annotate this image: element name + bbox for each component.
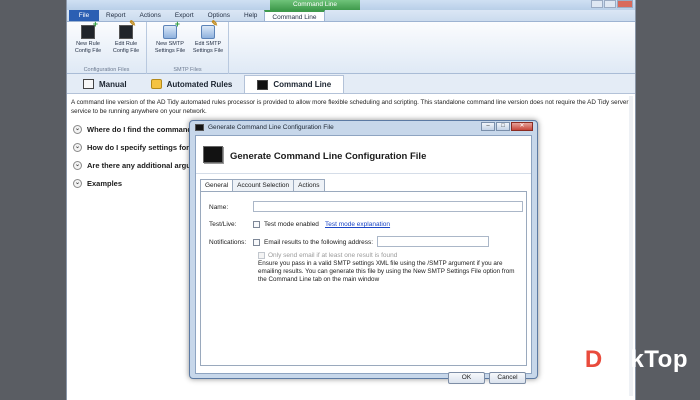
dialog-maximize-button[interactable]: □ — [496, 122, 510, 131]
dialog-header: Generate Command Line Configuration File — [196, 136, 531, 174]
chevron-down-icon: ⌄ — [73, 143, 82, 152]
chevron-down-icon: ⌄ — [73, 179, 82, 188]
edit-smtp-settings-file-button[interactable]: Edit SMTP Settings File — [189, 21, 227, 54]
close-button[interactable] — [617, 0, 633, 8]
new-rule-config-file-button[interactable]: New Rule Config File — [69, 21, 107, 54]
faq-item[interactable]: ⌄ How do I specify settings for th — [73, 143, 198, 152]
edit-config-file-icon — [119, 21, 136, 39]
faq-item[interactable]: ⌄ Where do I find the command — [73, 125, 192, 134]
dialog-titlebar[interactable]: Generate Command Line Configuration File… — [190, 121, 537, 135]
dialog-client-area: Generate Command Line Configuration File… — [195, 135, 532, 384]
console-icon — [195, 124, 204, 131]
ok-button[interactable]: OK — [448, 372, 485, 384]
test-mode-explanation-link[interactable]: Test mode explanation — [325, 221, 390, 228]
tab-options[interactable]: Options — [201, 10, 237, 21]
dialog-close-button[interactable]: ✕ — [511, 122, 533, 131]
manual-icon — [83, 79, 94, 89]
console-icon — [203, 146, 223, 163]
test-mode-checkbox[interactable] — [253, 221, 260, 228]
new-config-file-icon — [81, 21, 98, 39]
tab-export[interactable]: Export — [168, 10, 201, 21]
contextual-tab-title: Command Line — [270, 0, 360, 10]
dialog-heading: Generate Command Line Configuration File — [230, 151, 427, 162]
chevron-down-icon: ⌄ — [73, 161, 82, 170]
generate-config-dialog: Generate Command Line Configuration File… — [189, 120, 538, 384]
email-address-input[interactable] — [377, 236, 489, 247]
main-titlebar: Command Line — [67, 0, 635, 10]
edit-smtp-file-icon — [201, 21, 218, 39]
group-label: Configuration Files — [83, 67, 130, 73]
test-live-label: Test/Live: — [209, 221, 237, 228]
tab-account-selection[interactable]: Account Selection — [232, 179, 295, 191]
ribbon-tab-bar: File Report Actions Export Options Help … — [67, 10, 635, 22]
chevron-down-icon: ⌄ — [73, 125, 82, 134]
email-results-checkbox[interactable] — [253, 239, 260, 246]
tab-report[interactable]: Report — [99, 10, 133, 21]
tab-command-line[interactable]: Command Line — [264, 10, 325, 21]
faq-item[interactable]: ⌄ Are there any additional argum — [73, 161, 197, 170]
content-tab-bar: Manual Automated Rules Command Line — [67, 74, 635, 94]
only-send-if-results-checkbox[interactable] — [258, 252, 265, 259]
tab-actions[interactable]: Actions — [133, 10, 168, 21]
general-tab-panel: Name: Test/Live: Test mode enabled Test … — [200, 191, 527, 366]
ribbon-group-configuration-files: New Rule Config File Edit Rule Config Fi… — [67, 21, 147, 74]
only-send-if-results-label: Only send email if at least one result i… — [268, 252, 398, 259]
name-label: Name: — [209, 204, 229, 211]
maximize-button[interactable] — [604, 0, 616, 8]
watermark-text: DeskTop — [584, 346, 688, 373]
tab-command-line-content[interactable]: Command Line — [244, 75, 345, 93]
dialog-tab-bar: General Account Selection Actions — [200, 179, 325, 192]
window-controls — [591, 0, 633, 8]
email-results-label: Email results to the following address: — [264, 239, 374, 246]
new-smtp-file-icon — [163, 21, 180, 39]
tab-help[interactable]: Help — [237, 10, 264, 21]
command-line-icon — [257, 79, 269, 90]
ribbon-body: New Rule Config File Edit Rule Config Fi… — [67, 21, 635, 74]
dialog-title: Generate Command Line Configuration File — [208, 124, 334, 131]
automated-rules-icon — [150, 79, 162, 89]
group-label: SMTP Files — [173, 67, 202, 73]
tab-manual[interactable]: Manual — [71, 75, 139, 93]
faq-item[interactable]: ⌄ Examples — [73, 179, 122, 188]
cancel-button[interactable]: Cancel — [489, 372, 526, 384]
watermark-logo-icon — [551, 345, 582, 375]
intro-text: A command line version of the AD Tidy au… — [71, 99, 629, 115]
notifications-label: Notifications: — [209, 239, 247, 246]
smtp-note: Ensure you pass in a valid SMTP settings… — [258, 260, 515, 283]
tab-dialog-actions[interactable]: Actions — [293, 179, 325, 191]
desktop-watermark: DeskTop — [551, 340, 688, 380]
minimize-button[interactable] — [591, 0, 603, 8]
ribbon-group-smtp-files: New SMTP Settings File Edit SMTP Setting… — [147, 21, 229, 74]
edit-rule-config-file-button[interactable]: Edit Rule Config File — [107, 21, 145, 54]
new-smtp-settings-file-button[interactable]: New SMTP Settings File — [151, 21, 189, 54]
dialog-window-controls: – □ ✕ — [481, 122, 533, 131]
dialog-minimize-button[interactable]: – — [481, 122, 495, 131]
name-input[interactable] — [253, 201, 523, 212]
tab-automated-rules[interactable]: Automated Rules — [139, 75, 245, 93]
test-mode-label: Test mode enabled — [264, 221, 319, 228]
